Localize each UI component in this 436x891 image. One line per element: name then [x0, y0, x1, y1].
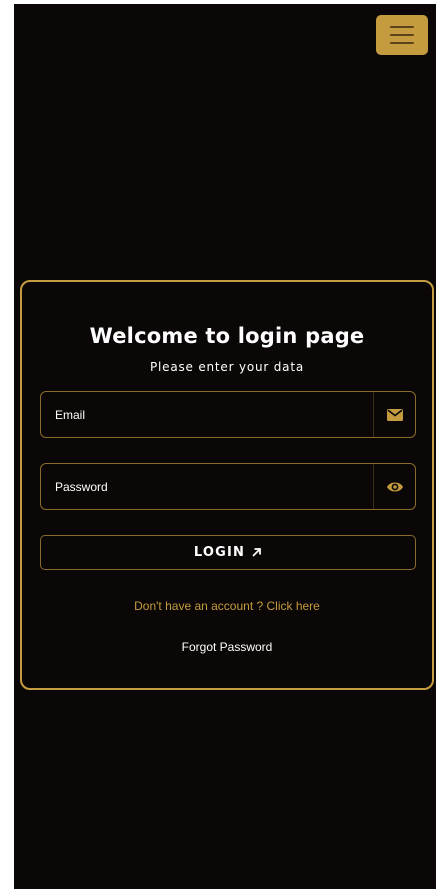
email-field-label: Email [55, 407, 86, 422]
signup-link[interactable]: Don't have an account ? Click here [22, 599, 432, 613]
eye-icon [386, 482, 403, 491]
hamburger-menu-icon-bar [390, 42, 414, 44]
password-toggle-button[interactable] [373, 464, 415, 509]
forgot-password-link[interactable]: Forgot Password [22, 640, 432, 654]
arrow-up-right-icon [252, 548, 262, 557]
hamburger-menu-icon-bar [390, 34, 414, 36]
email-field-addon [373, 392, 415, 437]
hamburger-menu-icon [390, 26, 414, 28]
envelope-icon [386, 408, 403, 421]
password-field-label: Password [55, 479, 108, 494]
login-card: Welcome to login page Please enter your … [20, 280, 434, 690]
page-title: Welcome to login page [89, 324, 365, 348]
email-field[interactable]: Email [40, 391, 416, 438]
login-button-label: LOGIN [193, 545, 246, 560]
page-subtitle: Please enter your data [149, 360, 304, 374]
app-screen: Welcome to login page Please enter your … [14, 4, 436, 889]
login-button[interactable]: LOGIN [40, 535, 416, 570]
password-field[interactable]: Password [40, 463, 416, 510]
menu-button[interactable] [376, 15, 428, 55]
